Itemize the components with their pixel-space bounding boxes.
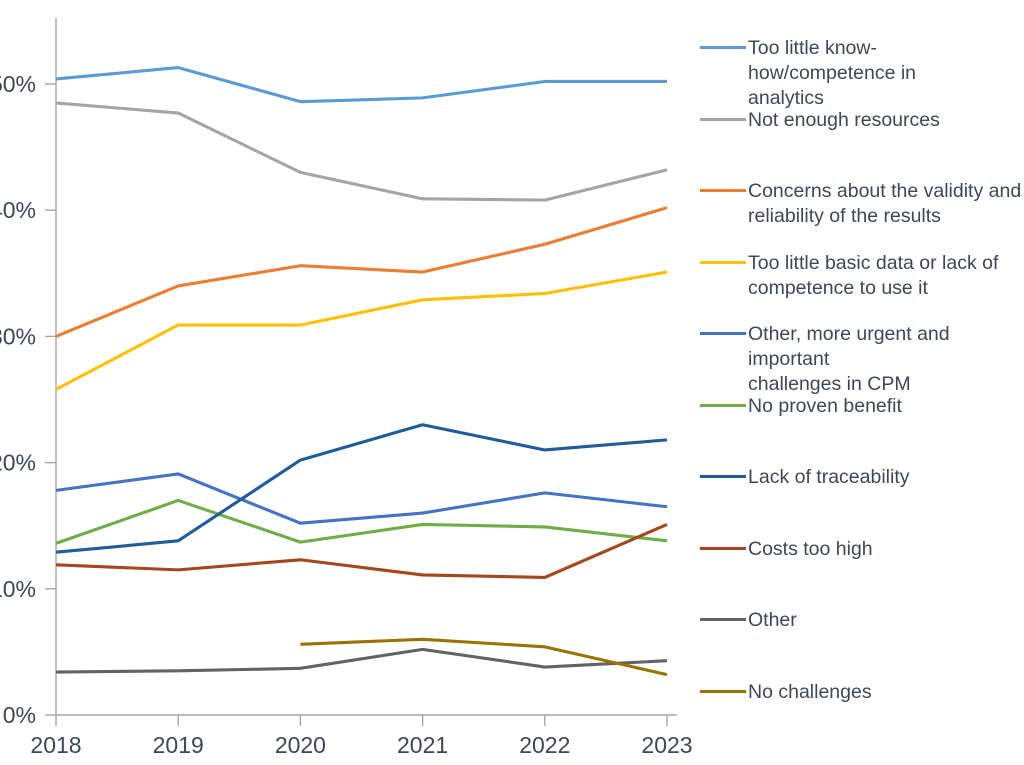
legend-item[interactable]: Not enough resources — [700, 108, 1024, 133]
legend-color-swatch — [700, 189, 746, 193]
y-axis-tick-label: 0% — [3, 702, 36, 728]
chart-legend: Too little know-how/competence in analyt… — [700, 0, 1024, 765]
data-series-lines — [55, 66, 668, 677]
series-line — [55, 66, 667, 104]
legend-color-swatch — [700, 618, 746, 622]
series-line — [55, 472, 668, 525]
legend-item[interactable]: Other — [700, 608, 1024, 633]
legend-item[interactable]: Concerns about the validity and reliabil… — [700, 179, 1024, 229]
series-line — [55, 101, 668, 202]
legend-item[interactable]: No challenges — [700, 680, 1024, 705]
x-axis-tick-label: 2022 — [519, 732, 570, 758]
legend-color-swatch — [700, 475, 746, 479]
legend-item-label: Too little know-how/competence in analyt… — [748, 37, 917, 109]
x-axis-tick-label: 2021 — [397, 732, 448, 758]
line-chart: 0%10%20%30%40%50% 2018201920202021202220… — [0, 0, 1024, 765]
y-axis-tick-label: 10% — [0, 576, 36, 602]
legend-item-label: Concerns about the validity and reliabil… — [748, 180, 1022, 227]
y-axis-tick-label: 20% — [0, 450, 36, 476]
x-axis-tick-label: 2019 — [153, 732, 204, 758]
legend-color-swatch — [700, 404, 746, 408]
x-axis-tick-labels: 2018 2019 2020 2021 2022 2023 — [30, 732, 692, 758]
legend-item[interactable]: Too little basic data or lack of compete… — [700, 251, 1024, 301]
axes — [45, 18, 677, 726]
legend-item[interactable]: No proven benefit — [700, 394, 1024, 419]
y-axis-tick-label: 40% — [0, 197, 36, 223]
legend-color-swatch — [700, 46, 746, 50]
legend-color-swatch — [700, 690, 746, 694]
legend-item-label: Lack of traceability — [748, 466, 910, 488]
y-axis-tick-labels: 0% 10% 20% 30% 40% 50% — [0, 71, 36, 728]
legend-item[interactable]: Lack of traceability — [700, 465, 1024, 490]
legend-item-label: No proven benefit — [748, 395, 902, 417]
series-line — [55, 270, 668, 391]
legend-color-swatch — [700, 547, 746, 551]
y-axis-tick-label: 30% — [0, 323, 36, 349]
legend-color-swatch — [700, 261, 746, 265]
legend-color-swatch — [700, 332, 746, 336]
x-axis-tick-label: 2020 — [275, 732, 326, 758]
y-axis-tick-label: 50% — [0, 71, 36, 97]
legend-item[interactable]: Other, more urgent and important challen… — [700, 322, 1024, 397]
series-line — [55, 498, 668, 545]
legend-item-label: Other — [748, 609, 797, 631]
legend-item[interactable]: Costs too high — [700, 537, 1024, 562]
legend-color-swatch — [700, 118, 746, 122]
legend-item-label: Not enough resources — [748, 109, 940, 131]
x-axis-tick-label: 2018 — [30, 732, 81, 758]
legend-item-label: Other, more urgent and important challen… — [748, 323, 950, 395]
legend-item-label: No challenges — [748, 681, 872, 703]
legend-item-label: Too little basic data or lack of compete… — [748, 252, 999, 299]
legend-item[interactable]: Too little know-how/competence in analyt… — [700, 36, 1024, 111]
series-line — [55, 206, 668, 338]
x-axis-tick-label: 2023 — [641, 732, 692, 758]
legend-item-label: Costs too high — [748, 538, 873, 560]
